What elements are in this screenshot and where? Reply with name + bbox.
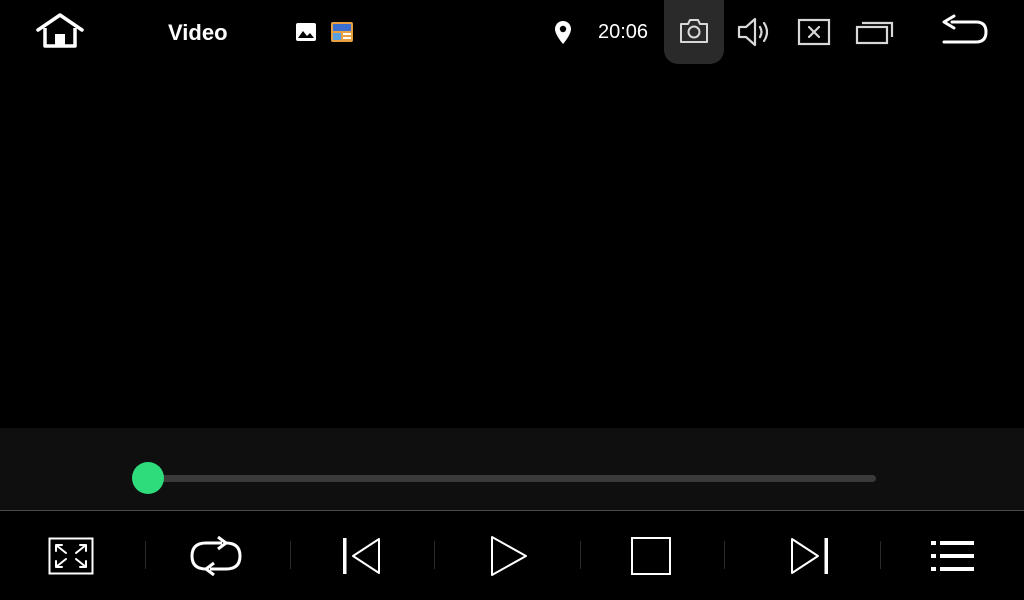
app-title: Video — [168, 20, 228, 45]
seek-bar-track[interactable] — [148, 475, 876, 482]
seek-bar-thumb[interactable] — [132, 462, 164, 494]
previous-button[interactable] — [324, 511, 400, 600]
control-separator — [434, 541, 435, 569]
playlist-button[interactable] — [914, 511, 992, 600]
status-bar: Video 20:06 — [0, 0, 1024, 64]
back-arrow-icon — [942, 14, 988, 44]
control-separator — [580, 541, 581, 569]
play-icon — [491, 535, 527, 576]
screenshot-button[interactable] — [664, 0, 724, 64]
app-notification-icon — [330, 21, 354, 43]
video-player-screen: Video 20:06 — [0, 0, 1024, 600]
control-separator — [724, 541, 725, 569]
control-separator — [145, 541, 146, 569]
close-app-button[interactable] — [797, 17, 831, 47]
clock: 20:06 — [598, 21, 649, 43]
next-button[interactable] — [770, 511, 848, 600]
video-surface[interactable] — [0, 64, 1024, 428]
image-notification-icon — [295, 22, 317, 42]
volume-button[interactable] — [736, 14, 774, 50]
skip-previous-icon — [343, 537, 380, 574]
playback-controls — [0, 511, 1024, 600]
playlist-icon — [931, 540, 974, 571]
home-button[interactable] — [34, 12, 86, 52]
skip-next-icon — [791, 537, 828, 574]
repeat-button[interactable] — [176, 511, 256, 600]
recent-apps-button[interactable] — [855, 17, 895, 47]
stop-button[interactable] — [612, 511, 690, 600]
volume-icon — [737, 17, 769, 47]
repeat-icon — [190, 535, 242, 576]
recent-apps-icon — [855, 21, 894, 45]
seek-panel — [0, 428, 1024, 510]
fullscreen-button[interactable] — [34, 511, 108, 600]
home-icon — [36, 13, 84, 48]
location-pin-icon — [553, 20, 573, 46]
control-separator — [290, 541, 291, 569]
camera-icon — [680, 19, 708, 43]
play-button[interactable] — [470, 511, 548, 600]
control-separator — [880, 541, 881, 569]
stop-icon — [631, 536, 671, 575]
close-box-icon — [797, 18, 831, 46]
back-button[interactable] — [938, 14, 990, 50]
fullscreen-icon — [48, 537, 94, 574]
